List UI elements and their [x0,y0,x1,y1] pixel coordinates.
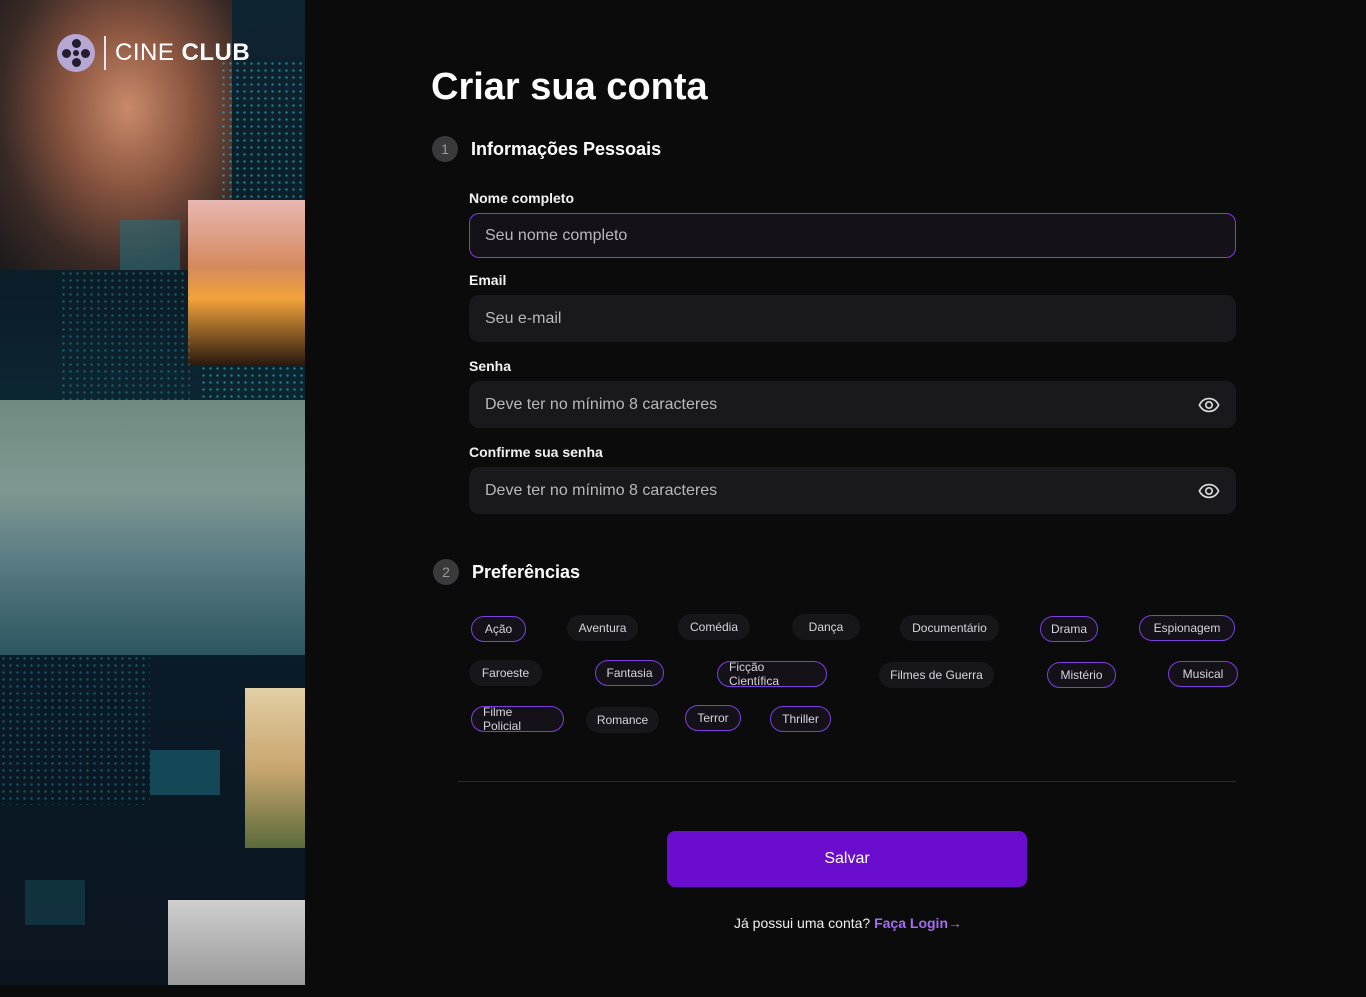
email-label: Email [469,272,507,288]
collage-dots [0,655,150,805]
password-placeholder: Deve ter no mínimo 8 caracteres [485,395,718,413]
eye-icon[interactable] [1198,480,1220,502]
password-input[interactable]: Deve ter no mínimo 8 caracteres [469,381,1236,428]
section-preferences-header: 2 Preferências [433,559,580,585]
genre-chip[interactable]: Filmes de Guerra [879,662,994,688]
genre-chip[interactable]: Fantasia [595,660,664,686]
login-question: Já possui uma conta? [734,915,871,931]
genre-chip[interactable]: Musical [1168,661,1238,687]
step-number: 1 [432,136,458,162]
confirm-password-placeholder: Deve ter no mínimo 8 caracteres [485,481,718,499]
page-title: Criar sua conta [431,66,708,108]
collage-dots [200,365,305,400]
password-label: Senha [469,358,512,374]
genre-chip[interactable]: Drama [1040,616,1098,642]
logo-divider [104,36,106,70]
name-placeholder: Seu nome completo [485,226,628,244]
genre-chip[interactable]: Aventura [567,615,638,641]
collage-dots [220,60,305,200]
confirm-password-label: Confirme sua senha [469,444,603,460]
section-title: Preferências [472,561,581,582]
genre-chip[interactable]: Documentário [900,615,999,641]
collage-photo-children [0,400,305,655]
cineclub-logo: CINE CLUB [57,34,250,72]
email-placeholder: Seu e-mail [485,309,562,327]
hero-collage: CINE CLUB [0,0,305,985]
genre-chip[interactable]: Comédia [678,614,750,640]
genre-chip[interactable]: Filme Policial [471,705,564,733]
genre-chip[interactable]: Faroeste [469,660,542,686]
collage-square [120,220,180,270]
section-personal-header: 1 Informações Pessoais [432,136,661,162]
login-prompt: Já possui uma conta? Faça Login→ [0,915,1366,931]
collage-dots [60,270,190,400]
login-link[interactable]: Faça Login→ [874,915,962,931]
film-reel-icon [57,34,95,72]
section-title: Informações Pessoais [471,138,662,159]
genre-chip[interactable]: Romance [586,707,659,733]
genre-chip[interactable]: Dança [792,614,860,640]
collage-photo-field [245,688,305,848]
collage-photo-bottom [168,900,305,985]
genre-chip[interactable]: Thriller [770,706,831,732]
genre-chip[interactable]: Espionagem [1139,615,1235,641]
confirm-password-input[interactable]: Deve ter no mínimo 8 caracteres [469,467,1236,514]
name-input[interactable]: Seu nome completo [469,213,1236,258]
arrow-right-icon: → [948,915,962,931]
genre-chip[interactable]: Mistério [1047,662,1116,688]
brand-name: CINE CLUB [115,39,251,66]
genre-chip[interactable]: Ação [471,616,526,642]
genre-chip[interactable]: Terror [685,705,741,731]
collage-photo-sunset [188,200,305,365]
save-button[interactable]: Salvar [667,831,1027,887]
step-number: 2 [433,559,459,585]
genre-chip[interactable]: Ficção Científica [717,660,827,688]
collage-square [150,750,220,795]
name-label: Nome completo [469,190,575,206]
divider [458,781,1236,782]
eye-icon[interactable] [1198,394,1220,416]
email-input[interactable]: Seu e-mail [469,295,1236,342]
